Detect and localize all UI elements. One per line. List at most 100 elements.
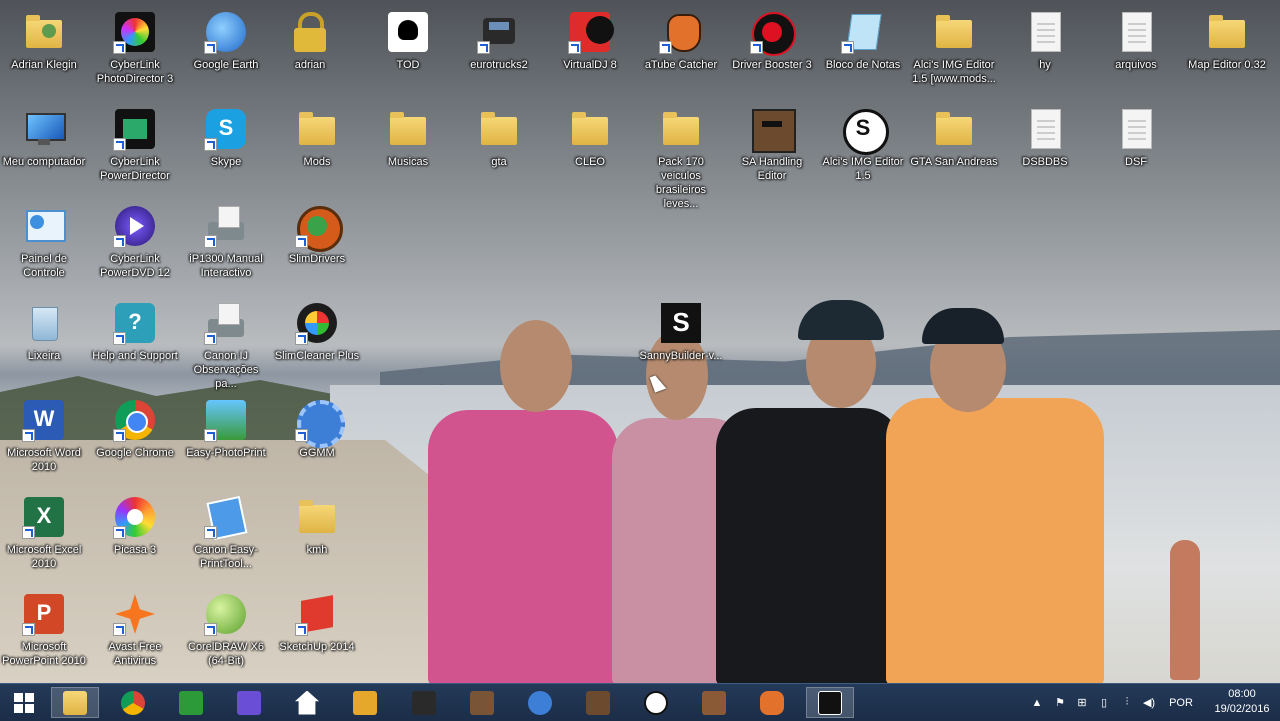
action-center-flag-icon[interactable]: ⚑ (1052, 684, 1068, 721)
taskbar-atube-catcher[interactable] (748, 687, 796, 718)
folder-icon (568, 107, 612, 151)
desktop-icon-tod[interactable]: TOD (362, 4, 454, 100)
desktop-icon-kmh[interactable]: kmh (271, 489, 363, 585)
desktop-icon-bloco-de-notas[interactable]: Bloco de Notas (817, 4, 909, 100)
desktop-icon-meu-computador[interactable]: Meu computador (0, 101, 90, 197)
network-signal-icon[interactable]: ⫶ (1118, 684, 1136, 721)
taskbar-sa-handling[interactable] (574, 687, 622, 718)
desktop-icon-arquivos[interactable]: arquivos (1090, 4, 1182, 100)
icon-label: Easy-PhotoPrint (186, 447, 266, 459)
desktop-icon-google-earth[interactable]: Google Earth (180, 4, 272, 100)
desktop-icon-easy-photoprint[interactable]: Easy-PhotoPrint (180, 392, 272, 488)
desktop-icon-slimdrivers[interactable]: SlimDrivers (271, 198, 363, 294)
document-icon (1114, 107, 1158, 151)
desktop-icon-musicas[interactable]: Musicas (362, 101, 454, 197)
desktop-icon-coreldraw[interactable]: CorelDRAW X6 (64-Bit) (180, 586, 272, 682)
desktop-icon-ip1300-manual[interactable]: iP1300 Manual Interactivo (180, 198, 272, 294)
desktop-icon-painel-de-controle[interactable]: Painel de Controle (0, 198, 90, 294)
icon-label: Mods (303, 156, 331, 168)
taskbar-eurotrucks[interactable] (400, 687, 448, 718)
icon-label: Map Editor 0.32 (1188, 59, 1266, 71)
language-indicator[interactable]: POR (1166, 684, 1196, 721)
icon-label: Microsoft PowerPoint 2010 (2, 641, 86, 667)
taskbar-clock[interactable]: 08:00 19/02/2016 (1212, 687, 1272, 717)
icon-label: SannyBuilder-v... (639, 350, 723, 362)
wallpaper-person (886, 398, 1104, 683)
windows-tray-icon[interactable]: ⊞ (1074, 684, 1090, 721)
control-panel-icon (22, 204, 66, 248)
volume-icon[interactable]: ◀) (1140, 684, 1158, 721)
icon-label: TOD (396, 59, 420, 71)
desktop-icon-google-chrome[interactable]: Google Chrome (89, 392, 181, 488)
icon-label: Painel de Controle (21, 253, 67, 279)
desktop-icon-sketchup[interactable]: SketchUp 2014 (271, 586, 363, 682)
taskbar-gta-sa[interactable] (690, 687, 738, 718)
desktop-icon-virtualdj[interactable]: VirtualDJ 8 (544, 4, 636, 100)
desktop-icon-alcis-img-editor[interactable]: S Alci's IMG Editor 1.5 (817, 101, 909, 197)
desktop-icon-avast[interactable]: Avast Free Antivirus (89, 586, 181, 682)
taskbar-home[interactable] (283, 687, 331, 718)
desktop-icon-eurotrucks2[interactable]: eurotrucks2 (453, 4, 545, 100)
desktop-icon-atube-catcher[interactable]: aTube Catcher (635, 4, 727, 100)
icon-label: Avast Free Antivirus (108, 641, 162, 667)
desktop-icon-microsoft-word[interactable]: W Microsoft Word 2010 (0, 392, 90, 488)
taskbar-gta-character[interactable] (458, 687, 506, 718)
desktop-icon-skype[interactable]: S Skype (180, 101, 272, 197)
gear-icon (295, 398, 345, 448)
desktop-icon-dsbdbs[interactable]: DSBDBS (999, 101, 1091, 197)
computer-icon (22, 107, 66, 151)
desktop-icon-canon-ij-observacoes[interactable]: Canon IJ Observações pa... (180, 295, 272, 391)
taskbar-ggmm[interactable] (516, 687, 564, 718)
desktop-icon-help-and-support[interactable]: ? Help and Support (89, 295, 181, 391)
taskbar-store[interactable] (167, 687, 215, 718)
desktop-icon-cleo[interactable]: CLEO (544, 101, 636, 197)
img-editor-icon: S (841, 107, 889, 155)
icon-label: hy (1039, 59, 1051, 71)
desktop-icon-map-editor[interactable]: Map Editor 0.32 (1181, 4, 1273, 100)
desktop-icon-cyberlink-powerdvd[interactable]: CyberLink PowerDVD 12 (89, 198, 181, 294)
help-icon: ? (113, 301, 157, 345)
virtualdj-icon (568, 10, 614, 54)
desktop-icon-sa-handling-editor[interactable]: SA Handling Editor (726, 101, 818, 197)
desktop-icon-hy[interactable]: hy (999, 4, 1091, 100)
icon-label: Pack 170 veiculos brasileiros leves... (655, 156, 707, 210)
desktop-icon-cyberlink-photodirector[interactable]: CyberLink PhotoDirector 3 (89, 4, 181, 100)
driver-booster-icon (750, 10, 796, 56)
desktop-icon-microsoft-excel[interactable]: X Microsoft Excel 2010 (0, 489, 90, 585)
taskbar-settings[interactable] (225, 687, 273, 718)
desktop-icon-ggmm[interactable]: GGMM (271, 392, 363, 488)
desktop-icon-dsf[interactable]: DSF (1090, 101, 1182, 197)
desktop-icon-driver-booster[interactable]: Driver Booster 3 (726, 4, 818, 100)
desktop-icon-picasa[interactable]: Picasa 3 (89, 489, 181, 585)
taskbar-sannybuilder[interactable] (806, 687, 854, 718)
desktop-icon-adrian-klegin[interactable]: Adrian Klegin (0, 4, 90, 100)
desktop-icon-gta-san-andreas[interactable]: GTA San Andreas (908, 101, 1000, 197)
icon-label: Microsoft Word 2010 (7, 447, 81, 473)
desktop-icon-cyberlink-powerdirector[interactable]: CyberLink PowerDirector (89, 101, 181, 197)
gear-icon (237, 690, 261, 715)
taskbar-notes[interactable] (341, 687, 389, 718)
desktop-icon-microsoft-powerpoint[interactable]: P Microsoft PowerPoint 2010 (0, 586, 90, 682)
wallpaper-person (716, 408, 902, 683)
icon-label: DSBDBS (1022, 156, 1068, 168)
start-button[interactable] (0, 687, 48, 718)
taskbar-img-editor[interactable] (632, 687, 680, 718)
desktop-icon-alcis-img-editor-folder[interactable]: Alci's IMG Editor 1.5 [www.mods... (908, 4, 1000, 100)
battery-icon[interactable]: ▯ (1096, 684, 1112, 721)
desktop-icon-adrian[interactable]: adrian (264, 4, 356, 100)
show-hidden-icons-button[interactable]: ▲ (1030, 684, 1044, 721)
desktop-icon-pack-170-veiculos[interactable]: Pack 170 veiculos brasileiros leves... (635, 101, 727, 210)
icon-label: SlimDrivers (288, 253, 346, 265)
wallpaper-person (428, 410, 618, 683)
taskbar-file-explorer[interactable] (51, 687, 99, 718)
desktop-icon-lixeira[interactable]: Lixeira (0, 295, 90, 391)
img-editor-icon (644, 690, 668, 715)
desktop-icon-mods[interactable]: Mods (271, 101, 363, 197)
icon-label: Adrian Klegin (11, 59, 77, 71)
desktop-icon-canon-easy-printtool[interactable]: Canon Easy-PrintTool... (180, 489, 272, 585)
character-face-icon (702, 690, 726, 715)
desktop-icon-gta[interactable]: gta (453, 101, 545, 197)
icon-label: aTube Catcher (644, 59, 718, 71)
desktop-icon-slimcleaner-plus[interactable]: SlimCleaner Plus (271, 295, 363, 391)
taskbar-chrome[interactable] (109, 687, 157, 718)
